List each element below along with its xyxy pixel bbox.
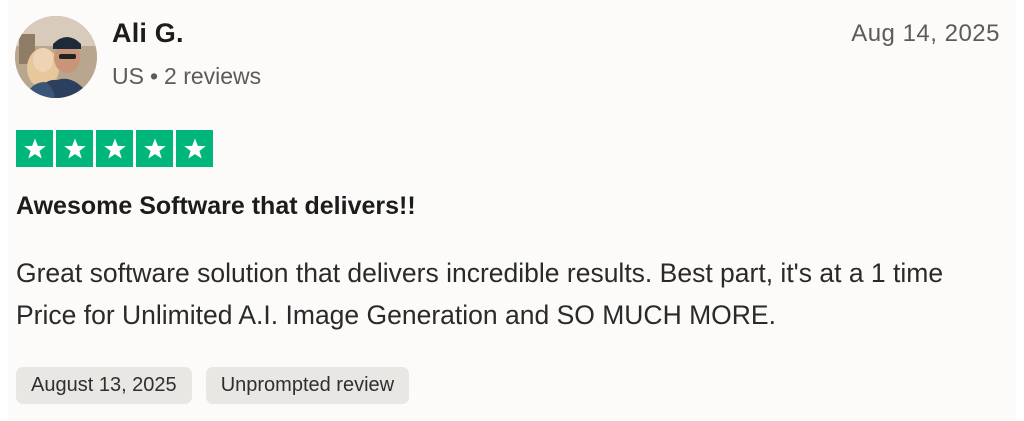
star-icon xyxy=(176,130,213,167)
star-icon xyxy=(96,130,133,167)
profile-photo-image xyxy=(15,16,97,98)
review-type-tag[interactable]: Unprompted review xyxy=(205,367,410,404)
reviewer-name[interactable]: Ali G. xyxy=(112,18,184,49)
review-tags: August 13, 2025 Unprompted review xyxy=(16,367,410,404)
reviewer-review-count: 2 reviews xyxy=(164,63,262,89)
star-icon xyxy=(56,130,93,167)
reviewer-meta: US • 2 reviews xyxy=(112,63,261,90)
star-icon xyxy=(136,130,173,167)
review-date: Aug 14, 2025 xyxy=(851,20,1000,47)
star-rating xyxy=(16,130,213,167)
avatar[interactable] xyxy=(15,16,97,98)
star-icon xyxy=(16,130,53,167)
review-card: Ali G. US • 2 reviews Aug 14, 2025 Awesome… xyxy=(8,0,1016,421)
meta-separator: • xyxy=(149,63,159,89)
review-body: Great software solution that delivers in… xyxy=(16,258,944,330)
reviewer-country: US xyxy=(112,63,144,89)
experience-date-tag: August 13, 2025 xyxy=(16,367,192,404)
review-title[interactable]: Awesome Software that delivers!! xyxy=(16,192,416,221)
